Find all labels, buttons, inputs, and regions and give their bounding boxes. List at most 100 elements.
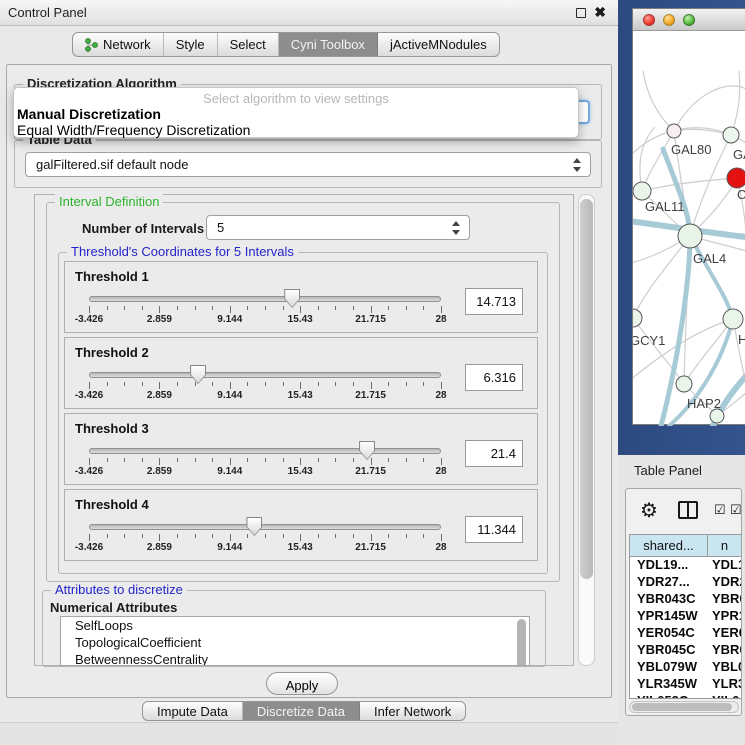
ruler-tick bbox=[388, 306, 389, 310]
ruler-tick bbox=[423, 306, 424, 310]
slider-track[interactable] bbox=[89, 524, 441, 530]
gear-icon[interactable]: ⚙ bbox=[640, 498, 658, 523]
tab-style[interactable]: Style bbox=[164, 33, 218, 56]
slider-handle[interactable] bbox=[359, 441, 375, 460]
threshold-value-field[interactable]: 14.713 bbox=[465, 288, 523, 315]
cell-name: YPR1 bbox=[708, 608, 741, 625]
column-header-name[interactable]: n bbox=[708, 535, 741, 556]
cell-name: YDL1 bbox=[708, 557, 741, 574]
network-node-label: C bbox=[737, 187, 745, 202]
tab-label: Infer Network bbox=[374, 704, 451, 719]
threshold-value-field[interactable]: 6.316 bbox=[465, 364, 523, 391]
ruler-tick bbox=[388, 382, 389, 386]
apply-button[interactable]: Apply bbox=[266, 672, 338, 695]
tab-infer-network[interactable]: Infer Network bbox=[360, 702, 465, 720]
tab-cyni-toolbox[interactable]: Cyni Toolbox bbox=[279, 33, 378, 56]
slider-handle-face bbox=[247, 518, 261, 535]
table-panel: Table Panel ⚙ ☑ ☑ shared... n YDL19...YD… bbox=[618, 455, 745, 745]
ruler-tick-label: 9.144 bbox=[217, 466, 242, 477]
thresholds-group-title: Threshold's Coordinates for 5 Intervals bbox=[67, 244, 298, 259]
minimize-traffic-light-icon[interactable] bbox=[663, 14, 675, 26]
network-node[interactable] bbox=[727, 168, 745, 188]
network-node-label: HAP2 bbox=[687, 396, 721, 411]
network-graph-canvas[interactable]: GAL80GACGAL11GAL4GCY1HHAP2 bbox=[633, 31, 745, 426]
network-node[interactable] bbox=[633, 309, 642, 327]
tab-select[interactable]: Select bbox=[218, 33, 279, 56]
node-table: shared... n YDL19...YDL1YDR27...YDR2YBR0… bbox=[629, 534, 741, 699]
tab-jactivemnodules[interactable]: jActiveMNodules bbox=[378, 33, 499, 56]
network-node-label: GAL4 bbox=[693, 251, 726, 266]
network-window-titlebar bbox=[633, 9, 745, 31]
threshold-row-2: Threshold 2-3.4262.8599.14415.4321.71528… bbox=[64, 337, 538, 409]
menu-item-equal-width-frequency[interactable]: Equal Width/Frequency Discretization bbox=[17, 122, 250, 138]
threshold-value-field[interactable]: 11.344 bbox=[465, 516, 523, 543]
ruler-tick bbox=[212, 382, 213, 386]
threshold-value-field[interactable]: 21.4 bbox=[465, 440, 523, 467]
table-row[interactable]: YBR043CYBR0 bbox=[630, 591, 741, 608]
network-edge bbox=[640, 127, 655, 191]
ruler-tick bbox=[195, 306, 196, 310]
network-node[interactable] bbox=[633, 182, 651, 200]
ruler-tick bbox=[318, 382, 319, 386]
number-of-intervals-label: Number of Intervals bbox=[82, 221, 204, 236]
columns-icon[interactable] bbox=[678, 501, 698, 519]
numerical-attributes-list[interactable]: SelfLoopsTopologicalCoefficientBetweenne… bbox=[60, 616, 530, 666]
network-node[interactable] bbox=[676, 376, 692, 392]
attribute-list-item[interactable]: TopologicalCoefficient bbox=[61, 634, 529, 651]
scrollbar-thumb[interactable] bbox=[580, 199, 593, 579]
table-row[interactable]: YLR345WYLR3 bbox=[630, 676, 741, 693]
table-row[interactable]: YPR145WYPR1 bbox=[630, 608, 741, 625]
checkbox-icon[interactable]: ☑ bbox=[714, 502, 726, 518]
ruler-tick bbox=[300, 458, 301, 465]
ruler-tick bbox=[212, 306, 213, 310]
slider-track[interactable] bbox=[89, 296, 441, 302]
ruler-tick bbox=[195, 382, 196, 386]
ruler-tick-label: -3.426 bbox=[75, 466, 103, 477]
menu-item-manual-discretization[interactable]: Manual Discretization bbox=[17, 106, 161, 122]
ruler-tick bbox=[441, 306, 442, 313]
slider-handle[interactable] bbox=[190, 365, 206, 384]
ruler-tick bbox=[124, 458, 125, 462]
slider-handle[interactable] bbox=[284, 289, 300, 308]
zoom-traffic-light-icon[interactable] bbox=[683, 14, 695, 26]
checkbox-icon[interactable]: ☑ bbox=[730, 502, 742, 518]
horizontal-scrollbar[interactable] bbox=[629, 701, 739, 713]
attribute-list-item[interactable]: SelfLoops bbox=[61, 617, 529, 634]
network-node[interactable] bbox=[723, 127, 739, 143]
table-row[interactable]: YDL19...YDL1 bbox=[630, 557, 741, 574]
vertical-scrollbar[interactable] bbox=[578, 194, 595, 666]
ruler-tick bbox=[247, 306, 248, 310]
tab-discretize-data[interactable]: Discretize Data bbox=[243, 702, 360, 720]
network-node[interactable] bbox=[678, 224, 702, 248]
float-window-icon[interactable] bbox=[576, 8, 586, 18]
table-data-combo[interactable]: galFiltered.sif default node bbox=[25, 152, 591, 177]
close-traffic-light-icon[interactable] bbox=[643, 14, 655, 26]
ruler-tick bbox=[371, 382, 372, 389]
slider-handle[interactable] bbox=[246, 517, 262, 536]
tab-network[interactable]: Network bbox=[73, 33, 164, 56]
slider-track[interactable] bbox=[89, 372, 441, 378]
table-row[interactable]: YER054CYER0 bbox=[630, 625, 741, 642]
table-row[interactable]: YBL079WYBL0 bbox=[630, 659, 741, 676]
close-icon[interactable]: ✖ bbox=[594, 4, 606, 21]
ruler-tick-label: 15.43 bbox=[288, 390, 313, 401]
scrollbar-thumb[interactable] bbox=[632, 703, 732, 711]
ruler-tick bbox=[283, 458, 284, 462]
attribute-list-item[interactable]: BetweennessCentrality bbox=[61, 651, 529, 666]
table-row[interactable]: YBR045CYBR0 bbox=[630, 642, 741, 659]
column-header-shared-name[interactable]: shared... bbox=[630, 535, 708, 556]
list-scrollbar-thumb[interactable] bbox=[517, 619, 526, 666]
tab-label: Network bbox=[103, 37, 151, 52]
table-row[interactable]: YDR27...YDR2 bbox=[630, 574, 741, 591]
ruler-tick bbox=[300, 534, 301, 541]
tab-impute-data[interactable]: Impute Data bbox=[143, 702, 243, 720]
slider-track[interactable] bbox=[89, 448, 441, 454]
ruler-tick bbox=[89, 306, 90, 313]
ruler-tick bbox=[230, 306, 231, 313]
network-node[interactable] bbox=[710, 409, 724, 423]
number-of-intervals-combo[interactable]: 5 bbox=[206, 215, 470, 240]
table-row[interactable]: YIL052CYIL0 bbox=[630, 693, 741, 699]
network-node[interactable] bbox=[723, 309, 743, 329]
ruler-tick bbox=[89, 534, 90, 541]
network-node[interactable] bbox=[667, 124, 681, 138]
